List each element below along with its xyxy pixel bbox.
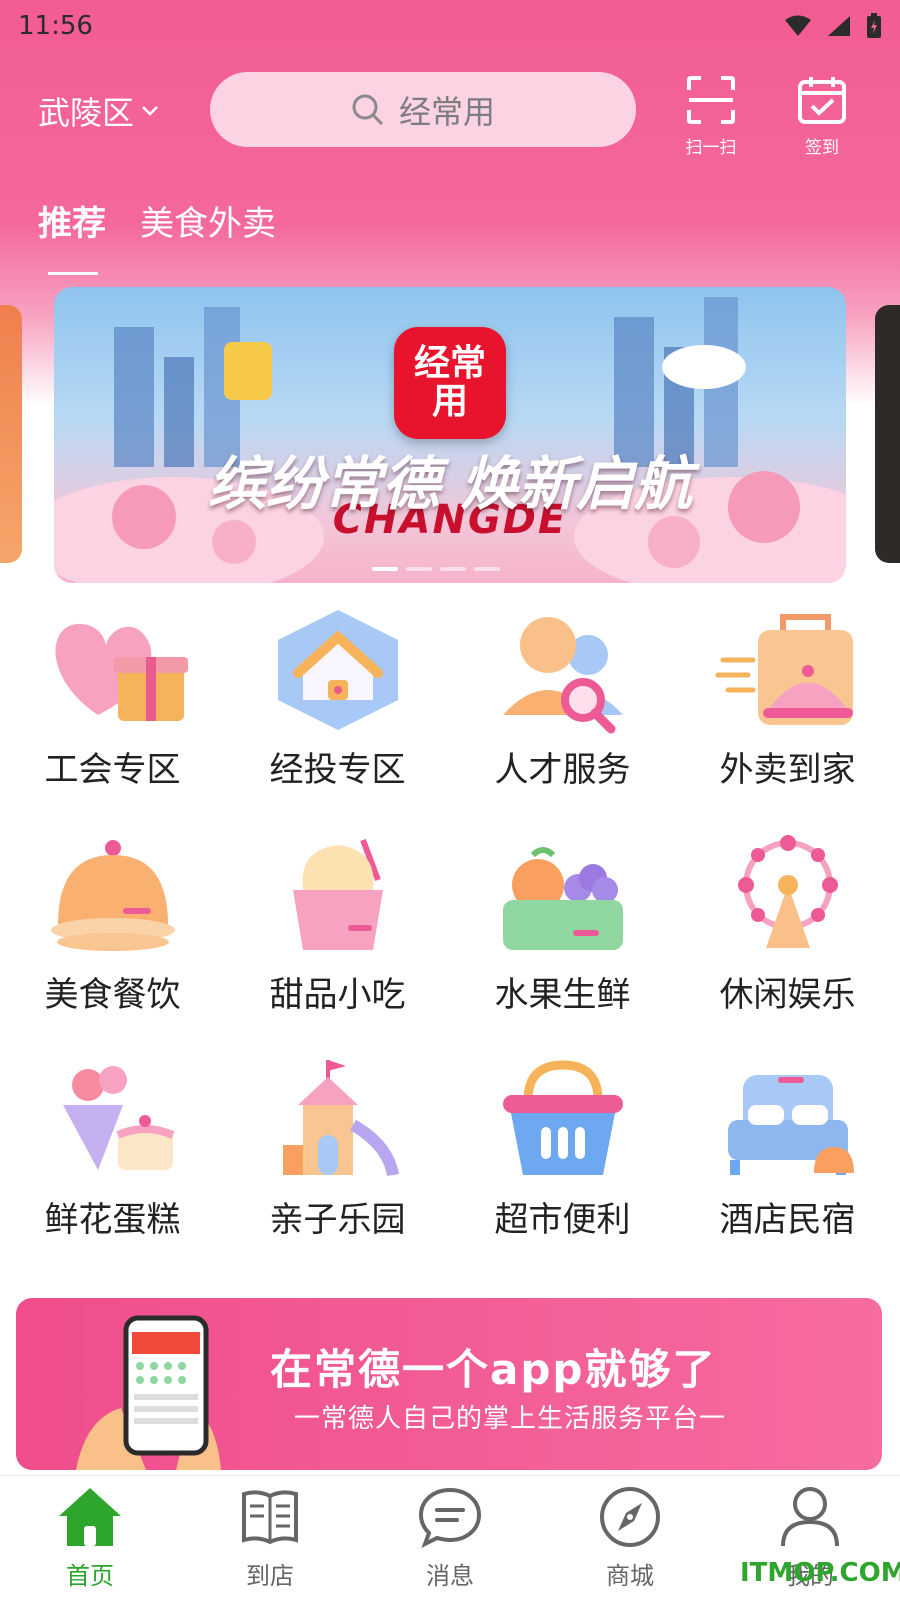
tab-recommend[interactable]: 推荐 [38, 196, 106, 275]
carousel-next-peek[interactable] [875, 305, 900, 563]
category-label: 甜品小吃 [269, 975, 406, 1015]
category-leisure[interactable]: 休闲娱乐 [675, 825, 900, 1050]
message-icon [418, 1487, 482, 1548]
nav-store[interactable]: 到店 [210, 1476, 330, 1601]
signal-icon [828, 16, 850, 36]
user-icon [781, 1487, 839, 1547]
app-promo-banner[interactable]: 在常德一个app就够了 一常德人自己的掌上生活服务平台一 [16, 1298, 882, 1470]
carousel-dot [474, 567, 500, 571]
category-flowers[interactable]: 鲜花蛋糕 [0, 1050, 225, 1275]
checkin-button[interactable]: 签到 [787, 74, 857, 158]
category-hotel[interactable]: 酒店民宿 [675, 1050, 900, 1275]
ice-cream-icon [292, 838, 383, 950]
people-search-icon [502, 617, 623, 734]
nav-label: 消息 [426, 1562, 474, 1590]
ferris-wheel-icon [737, 835, 838, 948]
carousel-dot [406, 567, 432, 571]
shopping-basket-icon [502, 1060, 623, 1175]
category-label: 工会专区 [44, 750, 181, 790]
book-icon [242, 1490, 298, 1545]
status-bar: 11:56 [18, 8, 882, 44]
nav-mall[interactable]: 商城 [570, 1476, 690, 1601]
battery-icon [867, 13, 881, 38]
checkin-label: 签到 [805, 138, 839, 158]
tab-food-delivery[interactable]: 美食外卖 [140, 196, 276, 245]
district-label: 武陵区 [38, 94, 135, 132]
category-talent[interactable]: 人才服务 [450, 600, 675, 825]
category-label: 水果生鲜 [494, 975, 631, 1015]
category-grid: 工会专区 经投专区 人才服务 外卖到家 美食餐饮 甜品小吃 水果生鲜 休闲娱乐 … [0, 600, 900, 1275]
carousel-prev-peek[interactable] [0, 305, 22, 563]
nav-label: 商城 [606, 1562, 654, 1590]
nav-home[interactable]: 首页 [30, 1476, 150, 1601]
district-selector[interactable]: 武陵区 [38, 88, 160, 134]
nav-label: 到店 [246, 1562, 294, 1590]
category-label: 鲜花蛋糕 [44, 1200, 181, 1240]
category-label: 外卖到家 [719, 750, 856, 790]
category-union[interactable]: 工会专区 [0, 600, 225, 825]
scan-button[interactable]: 扫一扫 [676, 74, 746, 158]
nav-label: 首页 [66, 1562, 114, 1590]
category-supermarket[interactable]: 超市便利 [450, 1050, 675, 1275]
bed-icon [727, 1075, 854, 1175]
carousel-dot [372, 567, 398, 571]
tab-bar: 推荐 美食外卖 [38, 196, 276, 275]
category-fruit[interactable]: 水果生鲜 [450, 825, 675, 1050]
chevron-down-icon [142, 106, 158, 116]
scan-icon [687, 76, 735, 124]
category-label: 人才服务 [494, 750, 631, 790]
compass-icon [600, 1487, 660, 1547]
search-placeholder: 经常用 [398, 92, 495, 131]
house-icon [277, 610, 398, 730]
delivery-bag-icon [715, 614, 853, 725]
nav-messages[interactable]: 消息 [390, 1476, 510, 1601]
category-label: 酒店民宿 [719, 1200, 856, 1240]
hands-holding-phone-illustration [76, 1315, 221, 1470]
category-label: 美食餐饮 [44, 975, 181, 1015]
app-logo-text: 经常用 [413, 343, 486, 422]
promo-title: 在常德一个app就够了 [270, 1345, 717, 1394]
category-delivery[interactable]: 外卖到家 [675, 600, 900, 825]
search-icon [352, 94, 384, 125]
status-time: 11:56 [18, 11, 93, 41]
category-label: 经投专区 [269, 750, 406, 790]
calendar-check-icon [798, 77, 846, 124]
category-kids-park[interactable]: 亲子乐园 [225, 1050, 450, 1275]
watermark-text: ITMOP.COM [740, 1558, 900, 1588]
playground-icon [282, 1060, 399, 1177]
promo-subtitle: 一常德人自己的掌上生活服务平台一 [294, 1404, 727, 1434]
category-dessert[interactable]: 甜品小吃 [225, 825, 450, 1050]
banner-headline: 缤纷常德 焕新启航 [207, 450, 693, 518]
flower-cake-icon [62, 1066, 175, 1170]
scan-label: 扫一扫 [685, 138, 737, 158]
app-logo: 经常用 [394, 327, 506, 439]
promo-carousel-banner[interactable]: 经常用 CHANGDE 缤纷常德 焕新启航 [54, 287, 846, 583]
home-icon [59, 1488, 121, 1546]
category-label: 休闲娱乐 [719, 975, 856, 1015]
search-bar[interactable]: 经常用 [210, 72, 636, 147]
wifi-icon [785, 15, 811, 36]
category-food[interactable]: 美食餐饮 [0, 825, 225, 1050]
carousel-dot [440, 567, 466, 571]
food-cloche-icon [50, 840, 175, 951]
fruit-basket-icon [502, 847, 623, 950]
category-label: 超市便利 [494, 1200, 631, 1240]
carousel-indicator [372, 567, 500, 571]
category-label: 亲子乐园 [269, 1200, 406, 1240]
heart-gift-icon [55, 623, 188, 721]
category-investment[interactable]: 经投专区 [225, 600, 450, 825]
